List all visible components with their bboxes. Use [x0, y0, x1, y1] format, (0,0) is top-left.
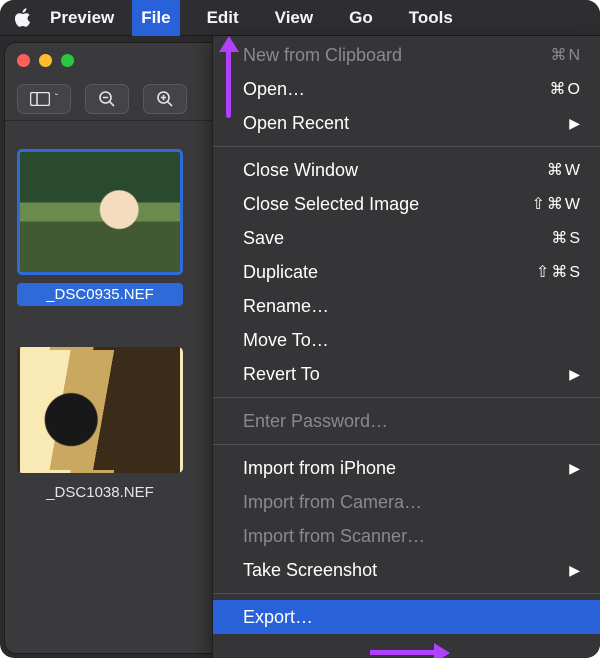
menu-item-open-recent[interactable]: Open Recent ▶	[213, 106, 600, 140]
menu-go[interactable]: Go	[340, 0, 382, 36]
close-window-icon[interactable]	[17, 54, 30, 67]
menu-item-rename[interactable]: Rename…	[213, 289, 600, 323]
menu-item-open[interactable]: Open… ⌘O	[213, 72, 600, 106]
apple-logo-icon[interactable]	[14, 8, 32, 28]
menu-item-export[interactable]: Export…	[213, 600, 600, 634]
menu-separator	[213, 397, 600, 398]
toolbar: ˇ	[5, 77, 223, 121]
menu-item-label: Take Screenshot	[243, 560, 377, 581]
menu-item-label: Close Window	[243, 160, 358, 181]
menu-item-shortcut: ⌘N	[550, 45, 582, 65]
menu-edit[interactable]: Edit	[198, 0, 248, 36]
file-menu-dropdown: New from Clipboard ⌘N Open… ⌘O Open Recent ▶ C…	[212, 36, 600, 658]
thumbnail-item[interactable]: _DSC0935.NEF	[17, 149, 183, 311]
zoom-in-icon	[156, 90, 174, 108]
menu-item-import-from-scanner: Import from Scanner…	[213, 519, 600, 553]
menu-item-label: Import from iPhone	[243, 458, 396, 479]
menu-item-shortcut: ⌘S	[551, 228, 582, 248]
menu-item-label: Open Recent	[243, 113, 349, 134]
menu-item-new-from-clipboard: New from Clipboard ⌘N	[213, 38, 600, 72]
menu-item-duplicate[interactable]: Duplicate ⇧⌘S	[213, 255, 600, 289]
menu-item-take-screenshot[interactable]: Take Screenshot ▶	[213, 553, 600, 587]
thumbnails-list: _DSC0935.NEF _DSC1038.NEF	[5, 121, 223, 509]
thumbnail-item[interactable]: _DSC1038.NEF	[17, 347, 183, 509]
menu-item-label: Open…	[243, 79, 305, 100]
menu-item-import-from-iphone[interactable]: Import from iPhone ▶	[213, 451, 600, 485]
thumbnail-filename: _DSC0935.NEF	[17, 283, 183, 306]
menu-item-label: Close Selected Image	[243, 194, 419, 215]
menu-view[interactable]: View	[266, 0, 322, 36]
menu-item-label: Import from Scanner…	[243, 526, 425, 547]
submenu-arrow-icon: ▶	[569, 366, 582, 383]
menu-item-save[interactable]: Save ⌘S	[213, 221, 600, 255]
menu-item-shortcut: ⇧⌘W	[531, 194, 582, 214]
system-menubar: Preview File Edit View Go Tools	[0, 0, 600, 36]
menu-item-label: Export…	[243, 607, 313, 628]
submenu-arrow-icon: ▶	[569, 115, 582, 132]
chevron-down-icon: ˇ	[55, 93, 58, 104]
menu-tools[interactable]: Tools	[400, 0, 462, 36]
menu-item-label: Duplicate	[243, 262, 318, 283]
menu-item-shortcut: ⌘W	[547, 160, 582, 180]
menu-file[interactable]: File	[132, 0, 179, 36]
preview-sidebar-window: ˇ _DSC0935.NEF _DSC1038.NEF	[4, 42, 224, 654]
sidebar-layout-icon	[30, 92, 50, 106]
menu-item-enter-password: Enter Password…	[213, 404, 600, 438]
menu-item-label: Enter Password…	[243, 411, 388, 432]
window-titlebar	[5, 43, 223, 77]
menu-separator	[213, 146, 600, 147]
menu-item-shortcut: ⇧⌘S	[536, 262, 582, 282]
menu-item-close-selected-image[interactable]: Close Selected Image ⇧⌘W	[213, 187, 600, 221]
thumbnail-filename: _DSC1038.NEF	[17, 481, 183, 504]
fullscreen-window-icon[interactable]	[61, 54, 74, 67]
submenu-arrow-icon: ▶	[569, 460, 582, 477]
traffic-lights	[17, 54, 74, 67]
menu-item-label: Save	[243, 228, 284, 249]
app-name[interactable]: Preview	[50, 8, 114, 28]
menu-separator	[213, 444, 600, 445]
submenu-arrow-icon: ▶	[569, 562, 582, 579]
menu-item-move-to[interactable]: Move To…	[213, 323, 600, 357]
menu-item-label: New from Clipboard	[243, 45, 402, 66]
menu-item-label: Revert To	[243, 364, 320, 385]
minimize-window-icon[interactable]	[39, 54, 52, 67]
zoom-in-button[interactable]	[143, 84, 187, 114]
menu-item-revert-to[interactable]: Revert To ▶	[213, 357, 600, 391]
menu-item-import-from-camera: Import from Camera…	[213, 485, 600, 519]
zoom-out-icon	[98, 90, 116, 108]
menu-item-label: Import from Camera…	[243, 492, 422, 513]
menu-item-shortcut: ⌘O	[550, 79, 582, 99]
thumbnail-image	[17, 347, 183, 473]
zoom-out-button[interactable]	[85, 84, 129, 114]
menu-item-label: Move To…	[243, 330, 329, 351]
menu-separator	[213, 593, 600, 594]
view-mode-button[interactable]: ˇ	[17, 84, 71, 114]
menu-item-label: Rename…	[243, 296, 329, 317]
thumbnail-image	[17, 149, 183, 275]
menu-item-close-window[interactable]: Close Window ⌘W	[213, 153, 600, 187]
